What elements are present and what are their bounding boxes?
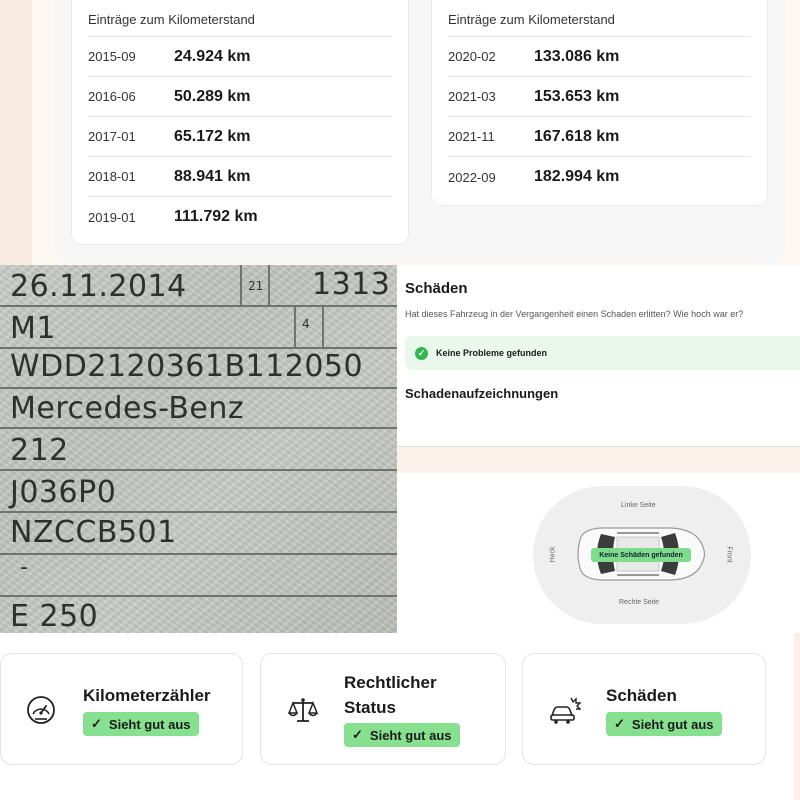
doc-type: 212 bbox=[10, 433, 69, 468]
doc-model: E 250 bbox=[10, 599, 99, 633]
registration-document-photo: 26.11.2014 21 1313 M1 4 WDD2120361B11205… bbox=[0, 265, 397, 633]
odometer-section: Einträge zum Kilometerstand 2015-09 24.9… bbox=[0, 0, 800, 265]
doc-first-registration: 26.11.2014 bbox=[10, 269, 187, 304]
decorative-strip bbox=[0, 0, 32, 265]
odometer-date: 2020-02 bbox=[448, 49, 496, 64]
doc-rule bbox=[0, 305, 397, 307]
damage-records-title: Schadenaufzeichnungen bbox=[405, 386, 559, 401]
damage-status-text: Keine Probleme gefunden bbox=[436, 348, 548, 358]
page: Einträge zum Kilometerstand 2015-09 24.9… bbox=[0, 0, 800, 800]
check-icon: ✓ bbox=[352, 727, 363, 742]
odometer-date: 2018-01 bbox=[88, 169, 136, 184]
doc-rule bbox=[0, 595, 397, 597]
car-rear-label: Heck bbox=[549, 546, 557, 563]
doc-field-1313: 1313 bbox=[312, 267, 391, 302]
odometer-value: 182.994 km bbox=[534, 168, 620, 185]
doc-rule bbox=[0, 511, 397, 513]
odometer-row: 2021-03 153.653 km bbox=[448, 77, 751, 117]
car-front-label: Front bbox=[725, 546, 733, 563]
odometer-date: 2021-03 bbox=[448, 89, 496, 104]
odometer-card-title: Einträge zum Kilometerstand bbox=[88, 12, 392, 37]
odometer-date: 2022-09 bbox=[448, 169, 496, 185]
status-card-legal[interactable]: Rechtlicher Status ✓ Sieht gut aus bbox=[260, 653, 506, 765]
status-card-odometer[interactable]: Kilometerzähler ✓ Sieht gut aus bbox=[0, 653, 243, 765]
odometer-value: 111.792 km bbox=[174, 208, 258, 225]
odometer-date: 2021-11 bbox=[448, 129, 495, 144]
doc-version: NZCCB501 bbox=[10, 515, 177, 550]
odometer-row: 2021-11 167.618 km bbox=[448, 117, 751, 157]
odometer-row: 2019-01 111.792 km bbox=[88, 197, 392, 237]
section-divider bbox=[397, 447, 800, 473]
status-badge-label: Sieht gut aus bbox=[369, 727, 452, 743]
status-card-title: Schäden bbox=[606, 686, 677, 705]
damage-car-diagram: Linke Seite Rechte Seite Heck Front Kein… bbox=[397, 473, 800, 633]
odometer-row: 2018-01 88.941 km bbox=[88, 157, 392, 197]
status-badge: ✓ Sieht gut aus bbox=[344, 723, 460, 747]
odometer-row: 2017-01 65.172 km bbox=[88, 117, 392, 157]
doc-rule bbox=[322, 305, 324, 347]
check-circle-icon: ✓ bbox=[415, 346, 428, 360]
odometer-value: 88.941 km bbox=[174, 167, 251, 185]
status-card-title: Kilometerzähler bbox=[83, 686, 211, 705]
odometer-row: 2020-02 133.086 km bbox=[448, 37, 751, 77]
decorative-strip bbox=[794, 633, 800, 800]
doc-rule bbox=[240, 265, 242, 305]
scales-icon bbox=[287, 698, 319, 722]
damage-section: Schäden Hat dieses Fahrzeug in der Verga… bbox=[397, 265, 800, 447]
doc-vin: WDD2120361B112050 bbox=[10, 349, 364, 384]
odometer-date: 2016-06 bbox=[88, 89, 136, 104]
damage-status-banner: ✓ Keine Probleme gefunden bbox=[405, 336, 800, 370]
odometer-row: 2016-06 50.289 km bbox=[88, 77, 392, 117]
check-icon: ✓ bbox=[614, 716, 625, 731]
status-card-damage[interactable]: Schäden ✓ Sieht gut aus bbox=[522, 653, 766, 765]
status-card-title: Rechtlicher Status bbox=[344, 673, 437, 717]
status-cards-section: Kilometerzähler ✓ Sieht gut aus Rechtlic… bbox=[0, 633, 800, 800]
odometer-value: 24.924 km bbox=[174, 47, 251, 65]
odometer-value: 65.172 km bbox=[174, 127, 251, 145]
odometer-card-right: Einträge zum Kilometerstand 2020-02 133.… bbox=[432, 0, 767, 205]
odometer-value: 153.653 km bbox=[534, 87, 620, 105]
odometer-row: 2022-09 182.994 km bbox=[448, 157, 751, 197]
doc-make: Mercedes-Benz bbox=[10, 391, 245, 426]
car-right-side-label: Rechte Seite bbox=[619, 599, 660, 606]
doc-rule bbox=[0, 387, 397, 389]
doc-rule bbox=[294, 305, 296, 347]
doc-rule bbox=[0, 553, 397, 555]
doc-field-4: 4 bbox=[302, 317, 310, 331]
status-badge-label: Sieht gut aus bbox=[631, 716, 714, 732]
doc-vehicle-class: M1 bbox=[10, 311, 56, 346]
damage-title: Schäden bbox=[405, 280, 468, 297]
doc-rule bbox=[0, 469, 397, 471]
doc-variant: J036P0 bbox=[10, 475, 117, 510]
car-left-side-label: Linke Seite bbox=[621, 502, 656, 509]
speedometer-icon bbox=[27, 696, 55, 724]
odometer-value: 133.086 km bbox=[534, 47, 620, 65]
status-badge: ✓ Sieht gut aus bbox=[83, 712, 199, 736]
doc-rule bbox=[0, 427, 397, 429]
check-icon: ✓ bbox=[91, 716, 102, 731]
odometer-row: 2015-09 24.924 km bbox=[88, 37, 392, 77]
damage-question: Hat dieses Fahrzeug in der Vergangenheit… bbox=[405, 309, 744, 319]
doc-rule bbox=[268, 265, 270, 305]
doc-dash: - bbox=[20, 555, 29, 580]
doc-field-21: 21 bbox=[248, 279, 264, 293]
odometer-date: 2017-01 bbox=[88, 129, 136, 144]
odometer-card-title: Einträge zum Kilometerstand bbox=[448, 12, 751, 37]
odometer-value: 50.289 km bbox=[174, 87, 251, 105]
car-damage-badge: Keine Schäden gefunden bbox=[591, 548, 691, 562]
odometer-date: 2015-09 bbox=[88, 49, 136, 64]
odometer-card-left: Einträge zum Kilometerstand 2015-09 24.9… bbox=[72, 0, 408, 244]
status-badge-label: Sieht gut aus bbox=[108, 716, 191, 732]
odometer-date: 2019-01 bbox=[88, 209, 136, 225]
odometer-value: 167.618 km bbox=[534, 127, 620, 145]
status-badge: ✓ Sieht gut aus bbox=[606, 712, 722, 736]
car-crash-icon bbox=[550, 697, 581, 724]
